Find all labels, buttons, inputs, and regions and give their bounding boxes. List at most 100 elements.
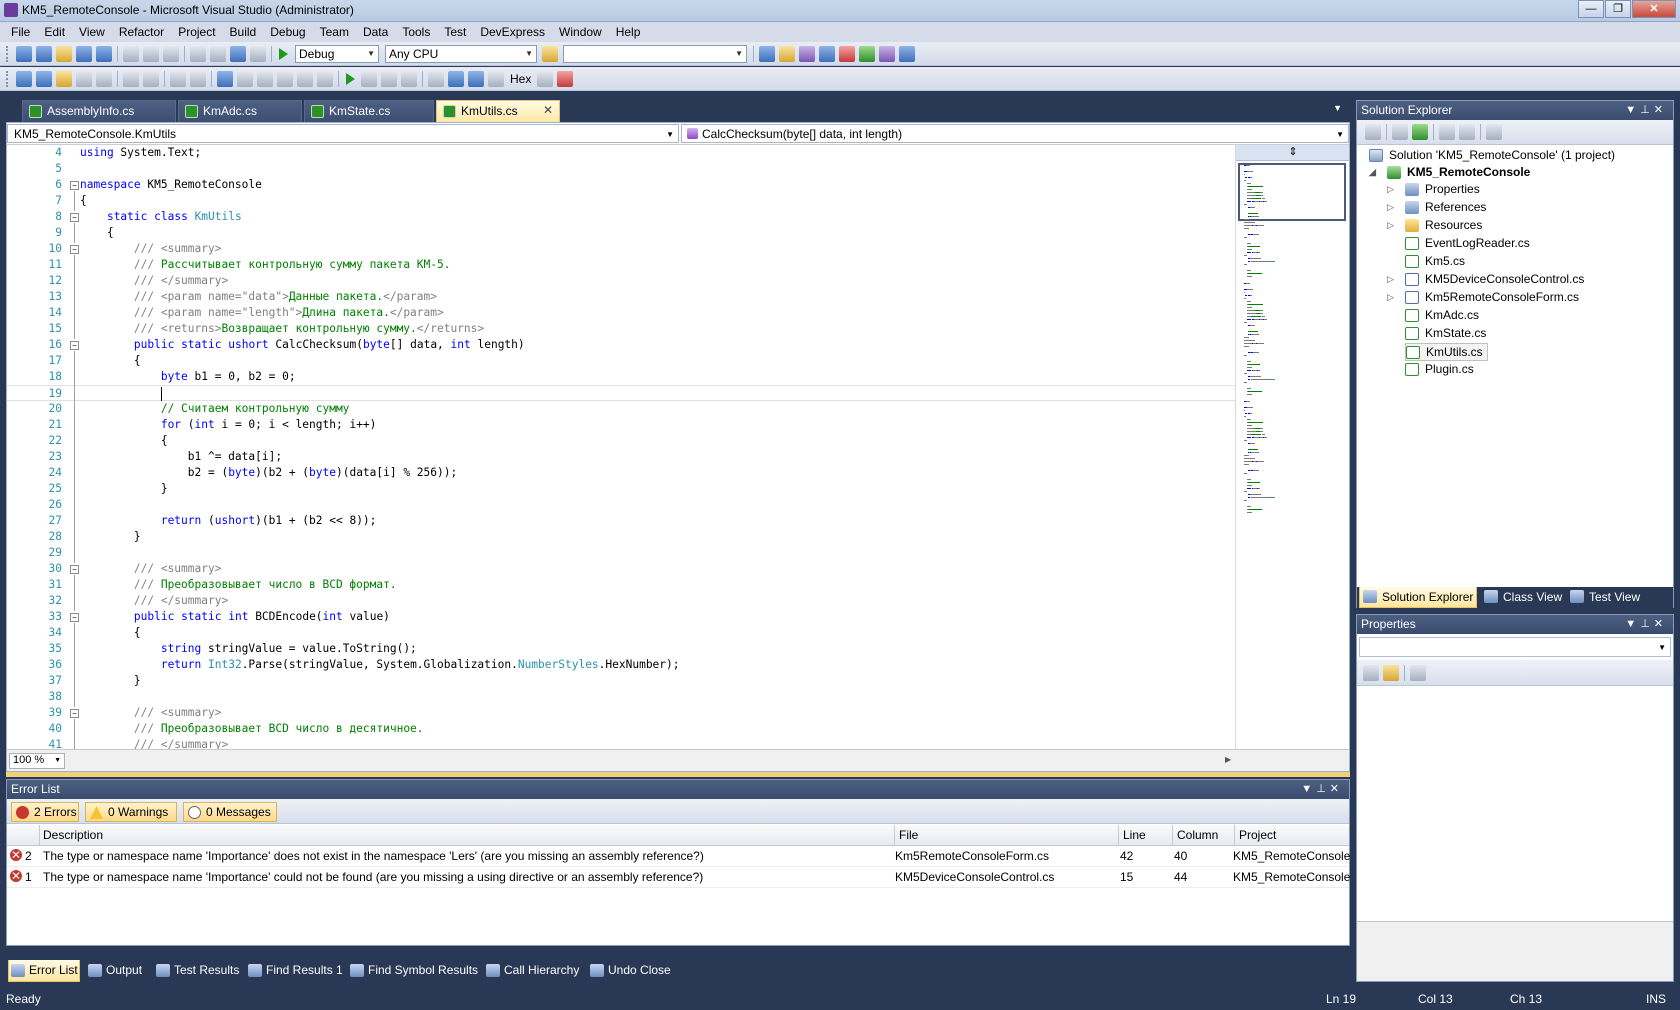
copy-icon[interactable] bbox=[143, 45, 159, 62]
code-line[interactable]: 32 /// </summary> bbox=[7, 593, 1235, 609]
code-line[interactable]: 28 } bbox=[7, 529, 1235, 545]
save-all-icon[interactable] bbox=[96, 45, 112, 62]
code-line[interactable]: 36 return Int32.Parse(stringValue, Syste… bbox=[7, 657, 1235, 673]
column-divider[interactable] bbox=[894, 825, 895, 846]
view-class-diagram-icon[interactable] bbox=[1486, 124, 1502, 140]
close-icon[interactable]: ✕ bbox=[1654, 104, 1667, 116]
previous-bookmark-icon[interactable] bbox=[237, 70, 253, 87]
expand-icon[interactable]: ▷ bbox=[1387, 181, 1394, 198]
code-line[interactable]: 30− /// <summary> bbox=[7, 561, 1235, 577]
next-bookmark-icon[interactable] bbox=[257, 70, 273, 87]
collapse-region-icon[interactable]: − bbox=[70, 245, 79, 254]
cut-icon[interactable] bbox=[123, 45, 139, 62]
paste-icon[interactable] bbox=[163, 45, 179, 62]
column-column[interactable]: Column bbox=[1177, 828, 1218, 842]
increase-indent-icon[interactable] bbox=[143, 70, 159, 87]
tools-icon[interactable] bbox=[839, 45, 855, 62]
tab-error-list[interactable]: Error List bbox=[8, 960, 80, 982]
tab-solution-explorer[interactable]: Solution Explorer bbox=[1359, 587, 1477, 608]
tab-call-hierarchy[interactable]: Call Hierarchy bbox=[484, 960, 586, 982]
type-navigation-dropdown[interactable]: KM5_RemoteConsole.KmUtils ▼ bbox=[7, 124, 679, 143]
new-project-icon[interactable] bbox=[16, 45, 32, 62]
uncomment-lines-icon[interactable] bbox=[190, 70, 206, 87]
code-line[interactable]: 8− static class KmUtils bbox=[7, 209, 1235, 225]
tab-kmutils[interactable]: KmUtils.cs ✕ bbox=[436, 100, 560, 122]
add-item-icon[interactable] bbox=[36, 45, 52, 62]
continue-icon[interactable] bbox=[346, 72, 355, 85]
menu-refactor[interactable]: Refactor bbox=[112, 25, 171, 39]
tree-item-kmutils[interactable]: KmUtils.cs bbox=[1405, 343, 1488, 361]
tab-test-results[interactable]: Test Results bbox=[154, 960, 239, 982]
column-divider[interactable] bbox=[1234, 825, 1235, 846]
pin-icon[interactable]: ⊥ bbox=[1316, 783, 1330, 795]
previous-bookmark-folder-icon[interactable] bbox=[277, 70, 293, 87]
tree-item-kmadc[interactable]: KmAdc.cs bbox=[1405, 307, 1479, 325]
code-line[interactable]: 40 /// Преобразовывает BCD число в десят… bbox=[7, 721, 1235, 737]
code-line[interactable]: 34 { bbox=[7, 625, 1235, 641]
code-line[interactable]: 26 bbox=[7, 497, 1235, 513]
code-line[interactable]: 15 /// <returns>Возвращает контрольную с… bbox=[7, 321, 1235, 337]
code-line[interactable]: 4 using System.Text; bbox=[7, 145, 1235, 161]
display-object-members-icon[interactable] bbox=[16, 70, 32, 87]
configuration-select[interactable]: Debug ▼ bbox=[295, 44, 379, 63]
step-out-icon[interactable] bbox=[488, 70, 504, 87]
restart-icon[interactable] bbox=[401, 70, 417, 87]
column-divider[interactable] bbox=[1172, 825, 1173, 846]
redo-icon[interactable] bbox=[210, 45, 226, 62]
table-row[interactable]: ✕ 2 The type or namespace name 'Importan… bbox=[7, 846, 1350, 867]
code-line[interactable]: 22 { bbox=[7, 433, 1235, 449]
tree-item-km5deviceconsolecontrol[interactable]: ▷ KM5DeviceConsoleControl.cs bbox=[1387, 271, 1584, 289]
code-line[interactable]: 23 b1 ^= data[i]; bbox=[7, 449, 1235, 465]
column-description[interactable]: Description bbox=[43, 828, 103, 842]
column-divider[interactable] bbox=[1118, 825, 1119, 846]
clear-bookmarks-icon[interactable] bbox=[317, 70, 333, 87]
next-bookmark-folder-icon[interactable] bbox=[297, 70, 313, 87]
code-line[interactable]: 33− public static int BCDEncode(int valu… bbox=[7, 609, 1235, 625]
collapse-region-icon[interactable]: − bbox=[70, 565, 79, 574]
tree-item-km5remoteconsoleform[interactable]: ▷ Km5RemoteConsoleForm.cs bbox=[1387, 289, 1579, 307]
column-divider[interactable] bbox=[39, 825, 40, 846]
toolbar-grip[interactable] bbox=[6, 45, 10, 62]
close-icon[interactable]: ✕ bbox=[1654, 618, 1667, 630]
pin-icon[interactable]: ⊥ bbox=[1640, 618, 1654, 630]
code-line[interactable]: 9 { bbox=[7, 225, 1235, 241]
comment-lines-icon[interactable] bbox=[170, 70, 186, 87]
code-line[interactable]: 27 return (ushort)(b1 + (b2 << 8)); bbox=[7, 513, 1235, 529]
code-line[interactable]: 10− /// <summary> bbox=[7, 241, 1235, 257]
code-line[interactable]: 37 } bbox=[7, 673, 1235, 689]
code-line[interactable]: 31 /// Преобразовывает число в BCD форма… bbox=[7, 577, 1235, 593]
close-icon[interactable]: ✕ bbox=[543, 103, 553, 117]
menu-help[interactable]: Help bbox=[609, 25, 648, 39]
tab-assemblyinfo[interactable]: AssemblyInfo.cs bbox=[22, 100, 176, 122]
menu-devexpress[interactable]: DevExpress bbox=[473, 25, 552, 39]
tree-item-references[interactable]: ▷ References bbox=[1387, 199, 1486, 217]
code-line[interactable]: 6− namespace KM5_RemoteConsole bbox=[7, 177, 1235, 193]
code-text-area[interactable]: 4 using System.Text; 5 6− namespace KM5_Remo… bbox=[7, 145, 1235, 749]
code-line[interactable]: 29 bbox=[7, 545, 1235, 561]
code-line[interactable]: 18 byte b1 = 0, b2 = 0; bbox=[7, 369, 1235, 385]
collapse-region-icon[interactable]: − bbox=[70, 181, 79, 190]
code-line[interactable]: 20 // Считаем контрольную сумму bbox=[7, 401, 1235, 417]
collapse-region-icon[interactable]: − bbox=[70, 341, 79, 350]
scroll-right-icon[interactable]: ▶ bbox=[1225, 755, 1231, 764]
code-line[interactable]: 24 b2 = (byte)(b2 + (byte)(data[i] % 256… bbox=[7, 465, 1235, 481]
toolbox-icon[interactable] bbox=[819, 45, 835, 62]
window-position-icon[interactable]: ▼ bbox=[1625, 104, 1640, 116]
code-line[interactable]: 13 /// <param name="data">Данные пакета.… bbox=[7, 289, 1235, 305]
tab-kmstate[interactable]: KmState.cs bbox=[304, 100, 434, 122]
code-line[interactable]: 17 { bbox=[7, 353, 1235, 369]
tab-kmadc[interactable]: KmAdc.cs bbox=[178, 100, 302, 122]
pin-icon[interactable]: ⊥ bbox=[1640, 104, 1654, 116]
code-line[interactable]: 12 /// </summary> bbox=[7, 273, 1235, 289]
view-code-icon[interactable] bbox=[1439, 124, 1455, 140]
menu-test[interactable]: Test bbox=[437, 25, 473, 39]
menu-debug[interactable]: Debug bbox=[263, 25, 312, 39]
code-line[interactable]: 39− /// <summary> bbox=[7, 705, 1235, 721]
code-line[interactable]: 5 bbox=[7, 161, 1235, 177]
properties-icon[interactable] bbox=[1365, 124, 1381, 140]
tree-item-kmstate[interactable]: KmState.cs bbox=[1405, 325, 1486, 343]
open-file-icon[interactable] bbox=[56, 45, 72, 62]
tab-find-results[interactable]: Find Results 1 bbox=[246, 960, 343, 982]
code-line[interactable]: 21 for (int i = 0; i < length; i++) bbox=[7, 417, 1235, 433]
object-select[interactable]: ▼ bbox=[1359, 637, 1671, 657]
